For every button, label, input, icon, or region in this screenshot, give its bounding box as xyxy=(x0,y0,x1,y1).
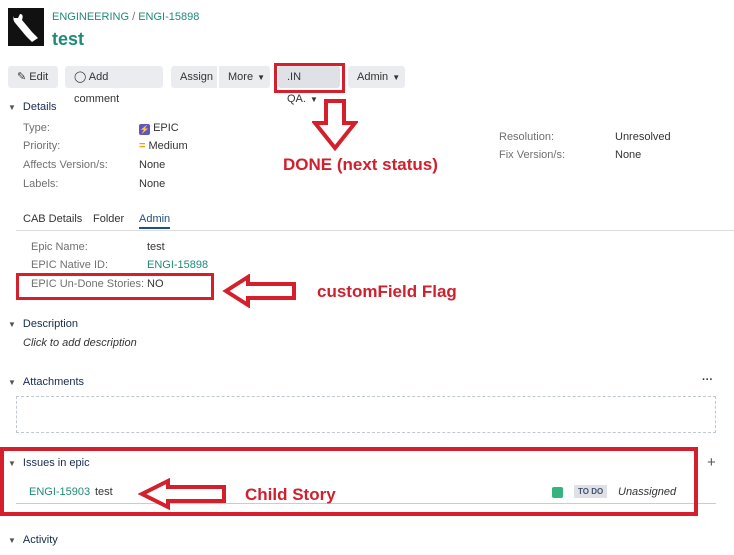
assign-button[interactable]: Assign xyxy=(171,66,217,88)
priority-medium-icon: = xyxy=(139,140,146,152)
chevron-down-icon: ▼ xyxy=(8,103,16,112)
chevron-down-icon: ▼ xyxy=(8,378,16,387)
more-label: More xyxy=(228,71,254,83)
fix-version-value: None xyxy=(615,149,642,161)
labels-value: None xyxy=(139,178,166,190)
resolution-value: Unresolved xyxy=(615,131,671,143)
pencil-icon: ✎ xyxy=(17,71,27,83)
annotation-box-status xyxy=(274,63,345,93)
annotation-box-issues xyxy=(0,447,698,516)
annotation-arrow-left-icon xyxy=(222,274,296,308)
annotation-next-status: DONE (next status) xyxy=(283,155,438,174)
add-issue-button[interactable]: + xyxy=(707,454,716,471)
affects-version-value: None xyxy=(139,159,166,171)
epic-native-id-label: EPIC Native ID: xyxy=(31,259,109,271)
epic-name-label: Epic Name: xyxy=(31,241,88,253)
chevron-down-icon: ▼ xyxy=(8,536,16,545)
epic-icon: ⚡ xyxy=(139,124,150,135)
assign-label: Assign xyxy=(180,71,214,83)
annotation-custom-field-flag: customField Flag xyxy=(317,282,457,301)
type-value: ⚡ EPIC xyxy=(139,122,179,135)
annotation-arrow-left-icon xyxy=(138,478,226,510)
annotation-child-story: Child Story xyxy=(245,485,336,504)
tab-cab-details[interactable]: CAB Details xyxy=(23,213,82,225)
tabs-divider xyxy=(16,230,734,231)
admin-button[interactable]: Admin ▼ xyxy=(348,66,405,88)
breadcrumb: ENGINEERING / ENGI-15898 xyxy=(52,11,199,23)
breadcrumb-separator: / xyxy=(132,11,136,23)
project-avatar xyxy=(8,8,44,46)
chevron-down-icon: ▼ xyxy=(392,73,401,82)
activity-header[interactable]: ▼ Activity xyxy=(8,534,58,546)
breadcrumb-project[interactable]: ENGINEERING xyxy=(52,11,129,23)
attachments-dropzone[interactable] xyxy=(16,396,716,433)
priority-value: = Medium xyxy=(139,140,188,152)
epic-name-value: test xyxy=(147,241,165,253)
tab-admin[interactable]: Admin xyxy=(139,213,171,229)
annotation-arrow-down-icon xyxy=(312,99,358,151)
epic-native-id-link[interactable]: ENGI-15898 xyxy=(147,259,208,271)
chevron-down-icon: ▼ xyxy=(8,320,16,329)
edit-label: Edit xyxy=(29,71,49,83)
labels-label: Labels: xyxy=(23,178,59,190)
wrench-icon xyxy=(13,14,38,42)
admin-label: Admin xyxy=(357,71,389,83)
type-label: Type: xyxy=(23,122,50,134)
description-header[interactable]: ▼ Description xyxy=(8,318,78,330)
add-comment-button[interactable]: ◯ Add comment xyxy=(65,66,163,105)
edit-button[interactable]: ✎ Edit xyxy=(8,66,58,88)
priority-label: Priority: xyxy=(23,140,61,152)
attachments-header[interactable]: ▼ Attachments xyxy=(8,376,84,388)
page-title: test xyxy=(52,29,85,49)
annotation-box-flag xyxy=(16,273,214,300)
attachments-more-icon[interactable]: ··· xyxy=(702,374,713,386)
breadcrumb-issue-key[interactable]: ENGI-15898 xyxy=(138,11,199,23)
comment-icon: ◯ xyxy=(74,71,87,83)
description-placeholder[interactable]: Click to add description xyxy=(23,337,137,349)
tab-folder[interactable]: Folder xyxy=(93,213,124,225)
chevron-down-icon: ▼ xyxy=(257,73,265,82)
resolution-label: Resolution: xyxy=(499,131,555,143)
affects-version-label: Affects Version/s: xyxy=(23,159,108,171)
more-button[interactable]: More ▼ xyxy=(219,66,270,88)
fix-version-label: Fix Version/s: xyxy=(499,149,566,161)
details-header[interactable]: ▼ Details xyxy=(8,101,57,113)
